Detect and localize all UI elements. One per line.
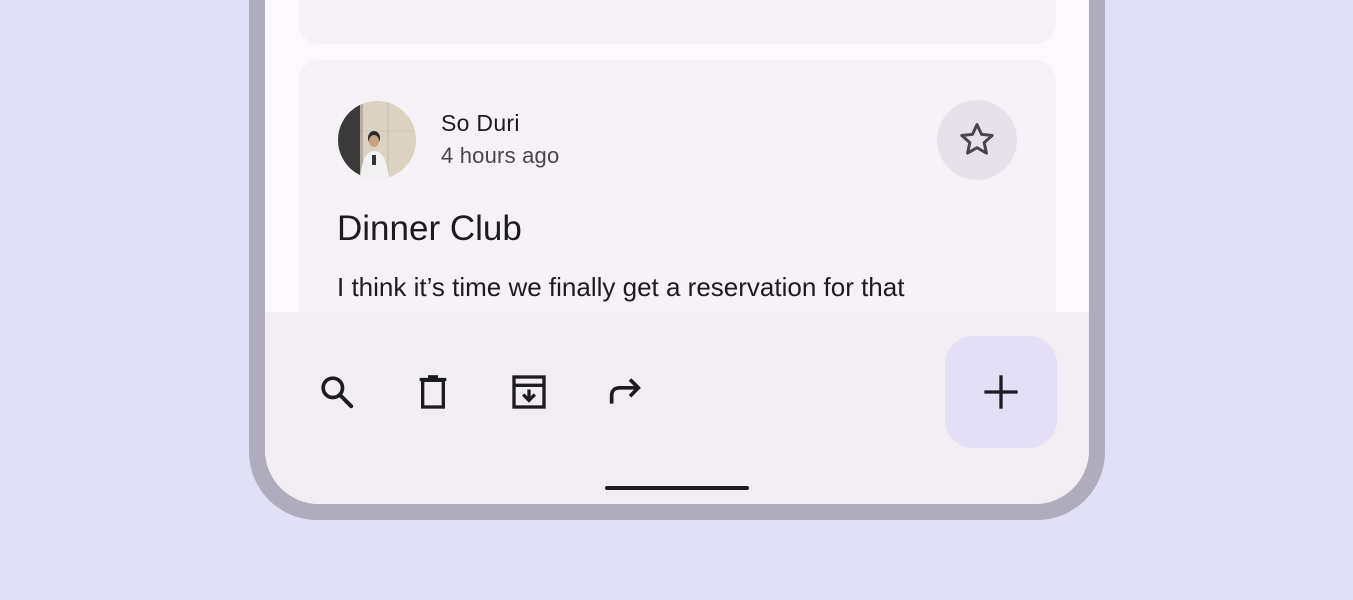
gesture-handle[interactable] — [605, 486, 749, 490]
stage: So Duri 4 hours ago Dinner Club I think … — [0, 0, 1353, 600]
bottom-app-bar — [265, 312, 1089, 504]
phone-screen: So Duri 4 hours ago Dinner Club I think … — [265, 0, 1089, 504]
delete-button[interactable] — [405, 364, 461, 420]
star-button[interactable] — [937, 100, 1017, 180]
archive-icon — [512, 375, 546, 409]
search-button[interactable] — [309, 364, 365, 420]
avatar-photo — [338, 101, 416, 179]
forward-button[interactable] — [597, 364, 653, 420]
star-icon — [960, 123, 994, 155]
sender-name: So Duri — [441, 110, 520, 136]
add-icon — [984, 375, 1018, 409]
avatar[interactable] — [338, 101, 416, 179]
email-card-previous[interactable] — [298, 0, 1056, 44]
compose-fab[interactable] — [945, 336, 1057, 448]
timestamp: 4 hours ago — [441, 143, 560, 168]
search-icon — [321, 376, 354, 409]
archive-button[interactable] — [501, 364, 557, 420]
email-preview: I think it’s time we finally get a reser… — [337, 272, 905, 302]
email-subject: Dinner Club — [337, 209, 522, 248]
forward-icon — [609, 378, 641, 404]
delete-icon — [419, 375, 447, 409]
